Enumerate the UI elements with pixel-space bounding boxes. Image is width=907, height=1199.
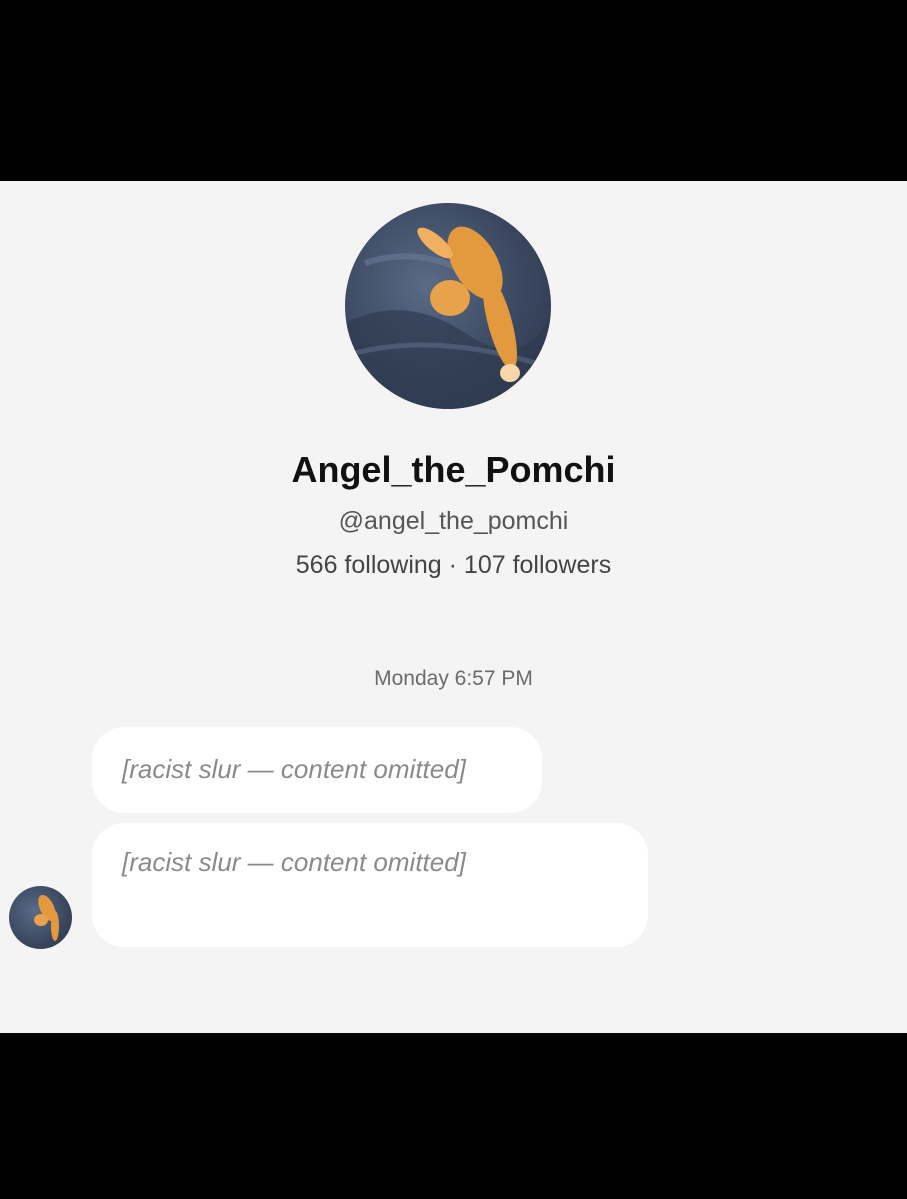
message-timestamp: Monday 6:57 PM bbox=[374, 667, 533, 690]
dm-thread-screen: Angel_the_Pomchi @angel_the_pomchi 566 f… bbox=[0, 181, 907, 1033]
cat-photo-avatar-icon bbox=[34, 894, 59, 941]
profile-avatar[interactable] bbox=[345, 203, 551, 409]
message-text: [racist slur — content omitted] bbox=[122, 754, 466, 784]
message-text: [racist slur — content omitted] bbox=[122, 847, 466, 877]
profile-display-name: Angel_the_Pomchi bbox=[291, 449, 616, 490]
sender-avatar[interactable] bbox=[9, 886, 72, 949]
profile-handle: @angel_the_pomchi bbox=[338, 507, 569, 535]
received-message-bubble[interactable]: [racist slur — content omitted] bbox=[92, 823, 648, 947]
received-message-bubble[interactable]: [racist slur — content omitted] bbox=[92, 727, 542, 813]
cat-photo-avatar-icon bbox=[345, 226, 551, 409]
profile-stats: 566 following · 107 followers bbox=[295, 551, 612, 579]
